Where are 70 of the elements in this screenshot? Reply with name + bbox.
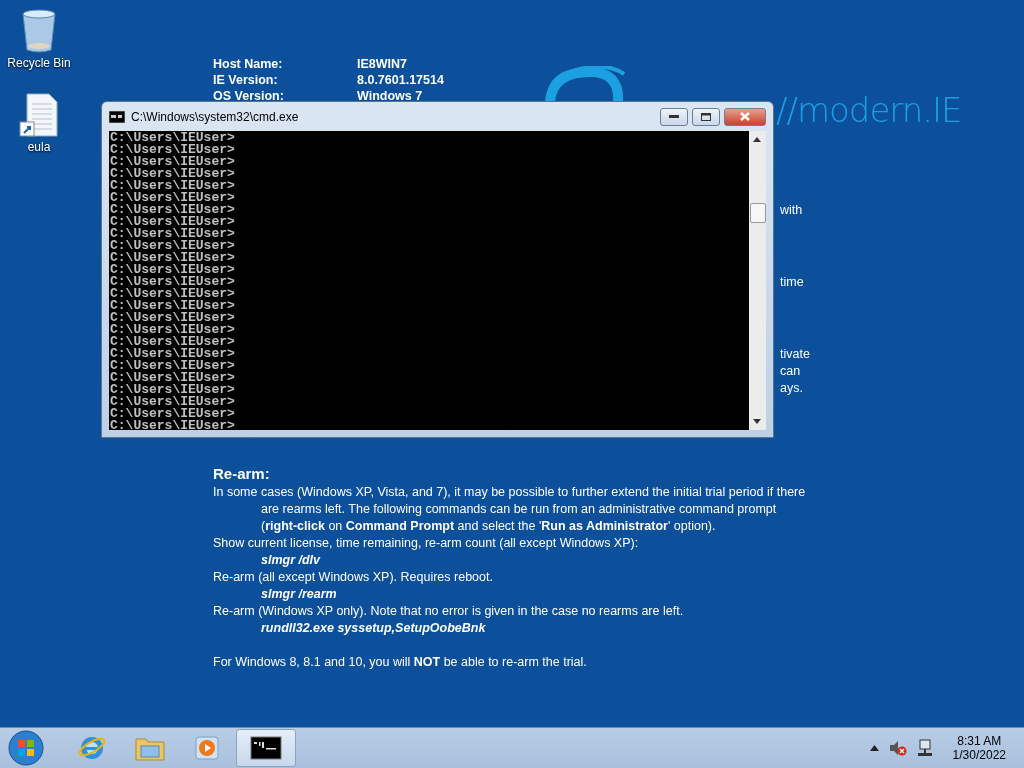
console-line: C:\Users\IEUser> <box>110 420 236 430</box>
console-line: C:\Users\IEUser> <box>110 192 236 204</box>
media-player-icon <box>194 734 222 762</box>
scroll-up-arrow-icon[interactable] <box>753 137 761 142</box>
console-line: C:\Users\IEUser> <box>110 216 236 228</box>
info-label: OS Version: <box>213 89 285 103</box>
console-icon <box>250 736 282 760</box>
paragraph: Re-arm (all except Windows XP). Requires reboot. <box>213 569 494 586</box>
console-line: C:\Users\IEUser> <box>110 228 236 240</box>
scrollbar[interactable] <box>749 131 766 430</box>
section-heading: Re-arm: <box>213 465 271 482</box>
paragraph: Re-arm (Windows XP only). Note that no error is given in the case no rearms are left. <box>213 603 685 620</box>
clock-date: 1/30/2022 <box>952 748 1006 762</box>
scroll-down-arrow-icon[interactable] <box>753 419 761 424</box>
console-line: C:\Users\IEUser> <box>110 132 236 144</box>
icon-label[interactable]: eula <box>27 140 51 154</box>
paragraph: For Windows 8, 8.1 and 10, you will NOT be able to re-arm the trial. <box>213 654 588 671</box>
console-line: C:\Users\IEUser> <box>110 408 236 420</box>
close-button[interactable] <box>724 107 766 126</box>
command-text: slmgr /rearm <box>260 586 338 603</box>
text-fragment: tivate <box>780 346 810 363</box>
info-value: IE8WIN7 <box>357 57 408 71</box>
console-line: C:\Users\IEUser> <box>110 156 236 168</box>
close-icon <box>740 112 750 121</box>
muted-speaker-icon[interactable] <box>888 740 907 756</box>
console-line: C:\Users\IEUser> <box>110 288 236 300</box>
console-line: C:\Users\IEUser> <box>110 372 236 384</box>
recycle-bin-icon <box>19 6 59 54</box>
console-line: C:\Users\IEUser> <box>110 168 236 180</box>
console-line: C:\Users\IEUser> <box>110 384 236 396</box>
info-value: Windows 7 <box>357 89 424 103</box>
minimize-button[interactable] <box>660 107 688 126</box>
clock-time: 8:31 AM <box>957 734 1002 748</box>
scroll-thumb[interactable] <box>750 203 766 223</box>
minimize-icon <box>669 114 679 119</box>
document-shortcut-icon <box>19 92 59 138</box>
console-line: C:\Users\IEUser> <box>110 360 236 372</box>
console-line: C:\Users\IEUser> <box>110 240 236 252</box>
console-line: C:\Users\IEUser> <box>110 336 236 348</box>
console-line: C:\Users\IEUser> <box>110 144 236 156</box>
console-line: C:\Users\IEUser> <box>110 312 236 324</box>
maximize-button[interactable] <box>692 107 720 126</box>
console-line: C:\Users\IEUser> <box>110 264 236 276</box>
paragraph: In some cases (Windows XP, Vista, and 7), it may be possible to further extend the initial trial period if there are rearms left. The following commands can be run from an administrative command prompt (right-click on Command Prompt and select the 'Run as Administrator' option). <box>213 484 807 535</box>
icon-label[interactable]: Recycle Bin <box>7 56 71 70</box>
command-text: rundll32.exe syssetup,SetupOobeBnk <box>260 620 487 637</box>
network-icon[interactable] <box>916 739 933 757</box>
console-icon <box>109 110 125 123</box>
paragraph: Show current license, time remaining, re-arm count (all except Windows XP): <box>213 535 640 552</box>
info-label: Host Name: <box>213 57 284 71</box>
text-fragment: time <box>780 274 805 291</box>
show-hidden-icons-icon[interactable] <box>869 745 879 751</box>
console-line: C:\Users\IEUser> <box>110 204 236 216</box>
logo-text: //modern.IE <box>776 90 962 130</box>
info-value: 8.0.7601.17514 <box>357 73 444 87</box>
console-line: C:\Users\IEUser> <box>110 348 236 360</box>
info-label: IE Version: <box>213 73 279 87</box>
taskbar-button[interactable] <box>236 729 296 767</box>
maximize-icon <box>701 112 711 121</box>
console-line: C:\Users\IEUser> <box>110 324 236 336</box>
window-title: C:\Windows\system32\cmd.exe <box>131 109 300 124</box>
console-line: C:\Users\IEUser> <box>110 180 236 192</box>
console-line: C:\Users\IEUser> <box>110 396 236 408</box>
command-text: slmgr /dlv <box>260 552 322 569</box>
text-fragment: with <box>780 202 804 219</box>
text-fragment: ays. <box>780 380 804 397</box>
console-line: C:\Users\IEUser> <box>110 252 236 264</box>
console-line: C:\Users\IEUser> <box>110 300 236 312</box>
text-fragment: can <box>780 363 802 380</box>
console-line: C:\Users\IEUser> <box>110 276 236 288</box>
